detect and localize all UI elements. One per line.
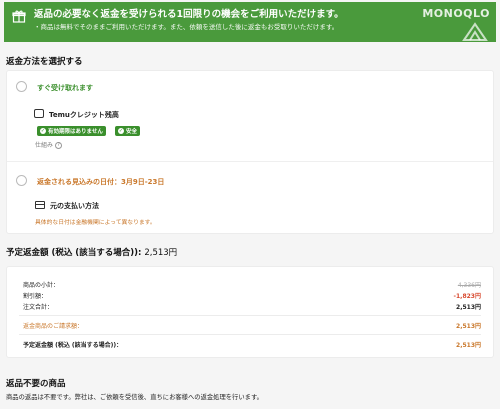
badge-no-expiry-label: 有効期限はありません [48,129,103,135]
credit-balance-label: Temuクレジット残高 [49,111,119,119]
option-expected-date-title: 返金される見込みの日付：3月9日-23日 [37,178,165,186]
order-total-label: 注文合計： [23,304,54,311]
badge-no-expiry: ✓ 有効期限はありません [37,126,106,136]
date-note: 具体的な日付は金融機関によって異なります。 [35,220,156,226]
original-payment-label: 元の支払い方法 [50,202,99,210]
refund-summary-card: 商品の小計： 4,336円 割引額： -1,823円 注文合計： 2,513円 … [6,266,494,358]
no-return-text: 商品の返品は不要です。弊社は、ご依頼を受信後、直ちにお客様への返金処理を行います… [6,394,263,401]
badge-safe: ✓ 安全 [115,126,141,136]
order-total-row: 注文合計： 2,513円 [23,302,481,311]
final-refund-value: 2,513円 [456,342,481,349]
check-icon: ✓ [40,128,46,134]
gift-icon [12,10,26,23]
estimate-heading-amount: 2,513円 [144,248,178,258]
question-icon: ? [55,142,63,149]
watermark-mark-icon [462,22,488,41]
banner-subtitle: ・商品は無料でそのままご利用いただけます。また、依頼を送信した後に返金もお受取り… [34,23,339,31]
credit-card-icon [35,201,45,209]
watermark-logo: MONOQLO [422,7,490,20]
summary-divider-2 [19,334,481,335]
shield-check-icon: ✓ [118,128,124,134]
subtotal-row: 商品の小計： 4,336円 [23,280,481,289]
radio-instant[interactable] [16,81,27,92]
how-it-works-link[interactable]: 仕組み? [35,140,63,149]
subtotal-label: 商品の小計： [23,282,60,289]
return-charge-row: 返金商品のご請求額： 2,513円 [23,321,481,330]
discount-row: 割引額： -1,823円 [23,291,481,300]
order-total-value: 2,513円 [456,304,481,311]
how-it-works-label: 仕組み [35,142,54,149]
discount-label: 割引額： [23,293,48,300]
refund-method-heading: 返金方法を選択する [6,57,83,67]
final-refund-label: 予定返金額 (税込 (該当する場合))： [23,342,123,349]
refund-method-card: すぐ受け取れます Temuクレジット残高 ✓ 有効期限はありません ✓ 安全 仕… [6,70,494,234]
final-refund-row: 予定返金額 (税込 (該当する場合))： 2,513円 [23,340,481,349]
option-instant-title: すぐ受け取れます [37,84,93,92]
return-charge-label: 返金商品のご請求額： [23,323,84,330]
estimate-heading: 予定返金額 (税込 (該当する場合)): 2,513円 [6,246,177,258]
radio-original-payment[interactable] [16,175,27,186]
banner-title: 返品の必要なく返金を受けられる1回限りの機会をご利用いただけます。 [34,9,344,20]
refund-banner: 返品の必要なく返金を受けられる1回限りの機会をご利用いただけます。 ・商品は無料… [4,2,496,42]
return-charge-value: 2,513円 [456,323,481,330]
wallet-icon [34,109,44,118]
option-divider [7,161,493,162]
discount-value: -1,823円 [453,293,481,300]
estimate-heading-label: 予定返金額 (税込 (該当する場合)): [6,248,142,258]
badge-safe-label: 安全 [126,129,138,135]
subtotal-value: 4,336円 [457,282,481,289]
no-return-heading: 返品不要の商品 [6,379,66,389]
summary-divider [19,315,481,316]
